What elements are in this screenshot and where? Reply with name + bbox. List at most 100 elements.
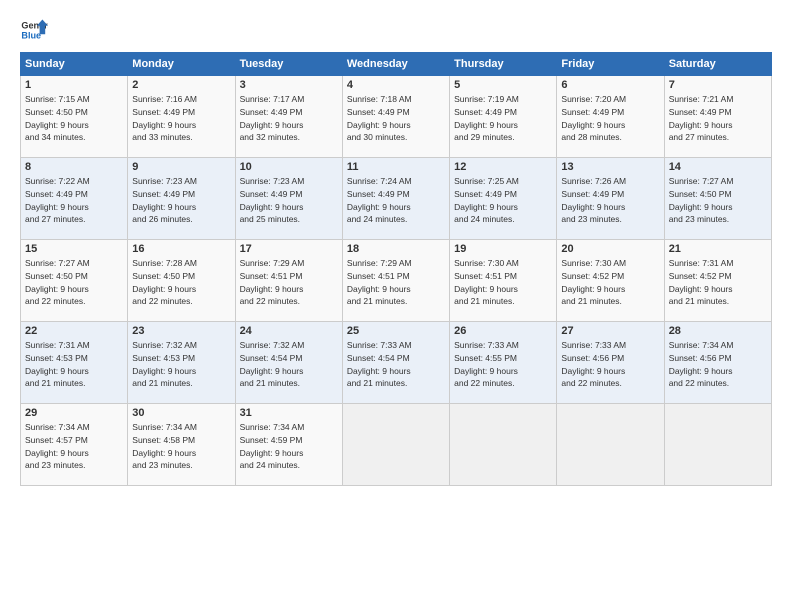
day-number: 4 [347,79,445,91]
day-number: 19 [454,243,552,255]
logo-icon: General Blue [20,16,48,44]
day-number: 8 [25,161,123,173]
day-number: 12 [454,161,552,173]
calendar-day: 10Sunrise: 7:23 AM Sunset: 4:49 PM Dayli… [235,158,342,240]
day-info: Sunrise: 7:27 AM Sunset: 4:50 PM Dayligh… [25,258,90,306]
day-info: Sunrise: 7:29 AM Sunset: 4:51 PM Dayligh… [347,258,412,306]
calendar-day: 15 Sunrise: 7:27 AM Sunset: 4:50 PM Dayli… [21,240,128,322]
svg-text:Blue: Blue [21,30,41,40]
day-number: 5 [454,79,552,91]
header-sunday: Sunday [21,53,128,76]
day-number: 17 [240,243,338,255]
day-number: 1 [25,79,123,91]
calendar-week-3: 15 Sunrise: 7:27 AM Sunset: 4:50 PM Dayli… [21,240,772,322]
calendar-day [557,404,664,486]
day-info: Sunrise: 7:30 AM Sunset: 4:52 PM Dayligh… [561,258,626,306]
calendar-table: SundayMondayTuesdayWednesdayThursdayFrid… [20,52,772,486]
calendar-day: 30 Sunrise: 7:34 AM Sunset: 4:58 PM Dayli… [128,404,235,486]
calendar-day: 4 Sunrise: 7:18 AM Sunset: 4:49 PM Daylig… [342,76,449,158]
day-number: 11 [347,161,445,173]
calendar-day [450,404,557,486]
day-info: Sunrise: 7:34 AM Sunset: 4:56 PM Dayligh… [669,340,734,388]
calendar-week-2: 8 Sunrise: 7:22 AM Sunset: 4:49 PM Daylig… [21,158,772,240]
day-info: Sunrise: 7:28 AM Sunset: 4:50 PM Dayligh… [132,258,197,306]
day-number: 24 [240,325,338,337]
day-number: 22 [25,325,123,337]
day-info: Sunrise: 7:22 AM Sunset: 4:49 PM Dayligh… [25,176,90,224]
calendar-week-1: 1 Sunrise: 7:15 AM Sunset: 4:50 PM Daylig… [21,76,772,158]
logo: General Blue [20,16,52,44]
day-info: Sunrise: 7:32 AM Sunset: 4:54 PM Dayligh… [240,340,305,388]
day-number: 9 [132,161,230,173]
day-info: Sunrise: 7:24 AM Sunset: 4:49 PM Dayligh… [347,176,412,224]
day-info: Sunrise: 7:31 AM Sunset: 4:53 PM Dayligh… [25,340,90,388]
calendar-day: 17Sunrise: 7:29 AM Sunset: 4:51 PM Dayli… [235,240,342,322]
header-thursday: Thursday [450,53,557,76]
day-number: 25 [347,325,445,337]
calendar-day: 24 Sunrise: 7:32 AM Sunset: 4:54 PM Dayli… [235,322,342,404]
calendar-day: 13 Sunrise: 7:26 AM Sunset: 4:49 PM Dayli… [557,158,664,240]
day-info: Sunrise: 7:33 AM Sunset: 4:54 PM Dayligh… [347,340,412,388]
calendar-day: 19 Sunrise: 7:30 AM Sunset: 4:51 PM Dayli… [450,240,557,322]
header-wednesday: Wednesday [342,53,449,76]
calendar-day [342,404,449,486]
calendar-day: 22 Sunrise: 7:31 AM Sunset: 4:53 PM Dayli… [21,322,128,404]
day-number: 28 [669,325,767,337]
day-info: Sunrise: 7:17 AM Sunset: 4:49 PM Dayligh… [240,94,305,142]
day-info: Sunrise: 7:21 AM Sunset: 4:49 PM Dayligh… [669,94,734,142]
day-info: Sunrise: 7:23 AM Sunset: 4:49 PM Dayligh… [132,176,197,224]
day-number: 7 [669,79,767,91]
calendar-day: 7 Sunrise: 7:21 AM Sunset: 4:49 PM Daylig… [664,76,771,158]
day-number: 13 [561,161,659,173]
calendar-day: 5 Sunrise: 7:19 AM Sunset: 4:49 PM Daylig… [450,76,557,158]
calendar-day: 16 Sunrise: 7:28 AM Sunset: 4:50 PM Dayli… [128,240,235,322]
calendar-day [664,404,771,486]
calendar-day: 18 Sunrise: 7:29 AM Sunset: 4:51 PM Dayli… [342,240,449,322]
calendar-day: 31Sunrise: 7:34 AM Sunset: 4:59 PM Dayli… [235,404,342,486]
day-number: 6 [561,79,659,91]
day-info: Sunrise: 7:27 AM Sunset: 4:50 PM Dayligh… [669,176,734,224]
day-number: 2 [132,79,230,91]
day-number: 30 [132,407,230,419]
calendar-day: 12Sunrise: 7:25 AM Sunset: 4:49 PM Dayli… [450,158,557,240]
day-number: 15 [25,243,123,255]
calendar-day: 3 Sunrise: 7:17 AM Sunset: 4:49 PM Daylig… [235,76,342,158]
calendar-day: 2 Sunrise: 7:16 AM Sunset: 4:49 PM Daylig… [128,76,235,158]
header-monday: Monday [128,53,235,76]
header-friday: Friday [557,53,664,76]
day-info: Sunrise: 7:20 AM Sunset: 4:49 PM Dayligh… [561,94,626,142]
calendar-day: 26Sunrise: 7:33 AM Sunset: 4:55 PM Dayli… [450,322,557,404]
header-tuesday: Tuesday [235,53,342,76]
calendar-day: 28 Sunrise: 7:34 AM Sunset: 4:56 PM Dayli… [664,322,771,404]
calendar-day: 8 Sunrise: 7:22 AM Sunset: 4:49 PM Daylig… [21,158,128,240]
day-number: 23 [132,325,230,337]
day-info: Sunrise: 7:18 AM Sunset: 4:49 PM Dayligh… [347,94,412,142]
day-info: Sunrise: 7:26 AM Sunset: 4:49 PM Dayligh… [561,176,626,224]
calendar-day: 1 Sunrise: 7:15 AM Sunset: 4:50 PM Daylig… [21,76,128,158]
calendar-day: 23 Sunrise: 7:32 AM Sunset: 4:53 PM Dayli… [128,322,235,404]
calendar-day: 11 Sunrise: 7:24 AM Sunset: 4:49 PM Dayli… [342,158,449,240]
day-number: 18 [347,243,445,255]
calendar-day: 20 Sunrise: 7:30 AM Sunset: 4:52 PM Dayli… [557,240,664,322]
day-info: Sunrise: 7:31 AM Sunset: 4:52 PM Dayligh… [669,258,734,306]
day-info: Sunrise: 7:16 AM Sunset: 4:49 PM Dayligh… [132,94,197,142]
day-number: 3 [240,79,338,91]
day-number: 14 [669,161,767,173]
day-number: 16 [132,243,230,255]
day-info: Sunrise: 7:34 AM Sunset: 4:57 PM Dayligh… [25,422,90,470]
day-number: 20 [561,243,659,255]
day-number: 21 [669,243,767,255]
calendar-day: 27Sunrise: 7:33 AM Sunset: 4:56 PM Dayli… [557,322,664,404]
day-info: Sunrise: 7:32 AM Sunset: 4:53 PM Dayligh… [132,340,197,388]
calendar-day: 21 Sunrise: 7:31 AM Sunset: 4:52 PM Dayli… [664,240,771,322]
day-info: Sunrise: 7:33 AM Sunset: 4:55 PM Dayligh… [454,340,519,388]
day-info: Sunrise: 7:34 AM Sunset: 4:58 PM Dayligh… [132,422,197,470]
day-info: Sunrise: 7:19 AM Sunset: 4:49 PM Dayligh… [454,94,519,142]
header-saturday: Saturday [664,53,771,76]
day-info: Sunrise: 7:30 AM Sunset: 4:51 PM Dayligh… [454,258,519,306]
page-header: General Blue [20,16,772,44]
day-info: Sunrise: 7:34 AM Sunset: 4:59 PM Dayligh… [240,422,305,470]
calendar-day: 25 Sunrise: 7:33 AM Sunset: 4:54 PM Dayli… [342,322,449,404]
day-info: Sunrise: 7:15 AM Sunset: 4:50 PM Dayligh… [25,94,90,142]
day-number: 29 [25,407,123,419]
